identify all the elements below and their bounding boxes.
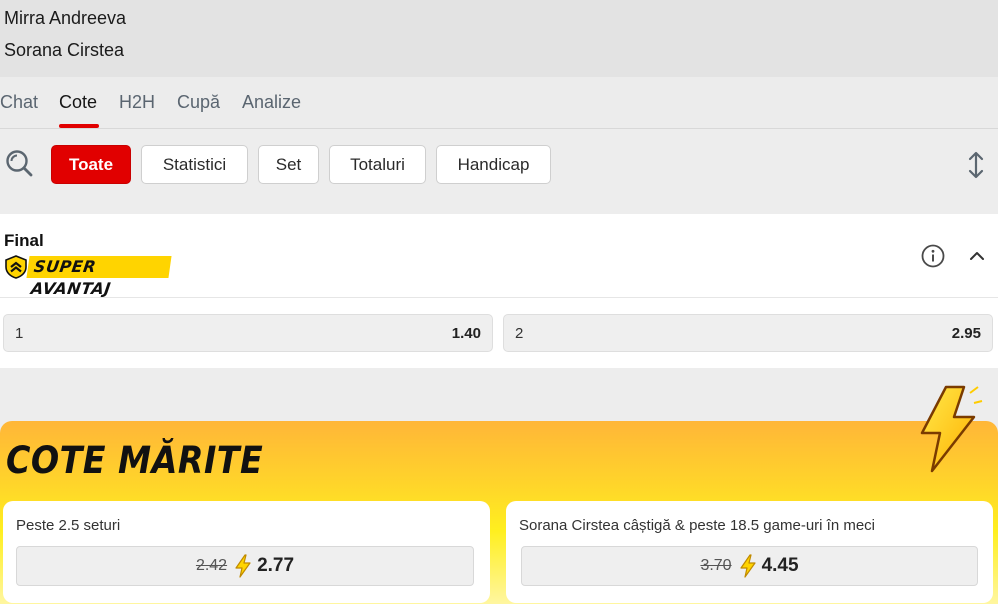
filter-row: Toate Statistici Set Totaluri Handicap	[0, 130, 998, 200]
lightning-bolt-icon	[235, 554, 251, 578]
boosted-title: COTE MĂRITE	[6, 439, 264, 482]
outcome-label: 2	[515, 325, 524, 342]
market-title: Final	[4, 231, 44, 250]
active-tab-indicator	[59, 124, 99, 128]
lightning-bolt-icon	[920, 385, 983, 473]
player-1-name: Mirra Andreeva	[4, 8, 127, 28]
outcome-label: 1	[15, 325, 24, 342]
filter-totaluri[interactable]: Totaluri	[329, 145, 426, 184]
info-icon[interactable]	[921, 244, 945, 268]
divider	[0, 297, 998, 298]
boosted-description: Peste 2.5 seturi	[16, 517, 121, 534]
odd-button-2[interactable]: 2 2.95	[503, 314, 993, 352]
tab-bar: Chat Cote H2H Cupă Analize	[0, 77, 998, 129]
new-odd: 4.45	[761, 555, 799, 576]
outcome-odd: 1.40	[451, 325, 481, 342]
super-avantaj-badge: SUPER AVANTAJ	[4, 255, 172, 298]
tab-cote[interactable]: Cote	[59, 92, 97, 113]
match-header: Mirra Andreeva Sorana Cirstea	[0, 0, 998, 77]
market-final: Final SUPER AVANTAJ 1 1.40 2 2.95	[0, 214, 998, 368]
player-2-name: Sorana Cirstea	[4, 40, 125, 60]
search-icon[interactable]	[4, 148, 34, 178]
boosted-odd-button[interactable]: 3.70 4.45	[521, 546, 978, 586]
tab-cupa[interactable]: Cupă	[177, 92, 220, 113]
boosted-card: Peste 2.5 seturi 2.42 2.77	[3, 501, 490, 603]
outcome-odd: 2.95	[951, 325, 981, 342]
shield-icon	[4, 255, 28, 279]
sort-arrows-icon[interactable]	[964, 150, 988, 180]
filter-statistici[interactable]: Statistici	[141, 145, 248, 184]
tab-analize[interactable]: Analize	[242, 92, 301, 113]
filter-toate[interactable]: Toate	[51, 145, 131, 184]
boosted-description: Sorana Cirstea câștigă & peste 18.5 game…	[519, 517, 876, 534]
badge-label: SUPER AVANTAJ	[26, 256, 172, 298]
filter-set[interactable]: Set	[258, 145, 319, 184]
boosted-card: Sorana Cirstea câștigă & peste 18.5 game…	[506, 501, 993, 603]
lightning-bolt-icon	[739, 554, 756, 578]
old-odd: 2.42	[195, 557, 228, 574]
chevron-up-icon[interactable]	[966, 246, 988, 266]
boosted-odds-section: COTE MĂRITE Peste 2.5 seturi 2.42 2.77 S…	[0, 421, 998, 604]
filter-handicap[interactable]: Handicap	[436, 145, 551, 184]
tab-chat[interactable]: Chat	[0, 92, 38, 113]
boosted-odd-button[interactable]: 2.42 2.77	[16, 546, 474, 586]
odd-button-1[interactable]: 1 1.40	[3, 314, 493, 352]
new-odd: 2.77	[257, 555, 295, 576]
old-odd: 3.70	[700, 557, 732, 574]
tab-h2h[interactable]: H2H	[119, 92, 155, 113]
